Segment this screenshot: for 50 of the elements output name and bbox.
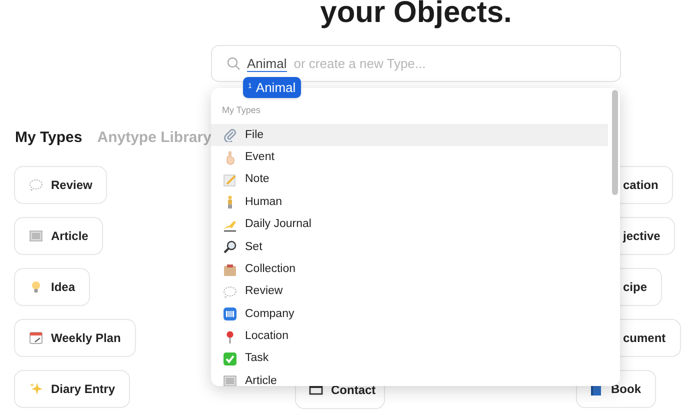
menu-item-label: Article xyxy=(245,374,277,386)
menu-item-label: Event xyxy=(245,150,274,165)
type-label: jective xyxy=(623,228,660,245)
scrollbar[interactable] xyxy=(612,90,618,195)
menu-item-label: Set xyxy=(245,240,262,255)
menu-item-label: Company xyxy=(245,306,294,322)
type-label: Weekly Plan xyxy=(51,330,121,347)
checkbox-icon xyxy=(223,352,237,366)
search-icon xyxy=(227,57,240,70)
menu-item[interactable]: Event xyxy=(211,146,608,169)
newspaper-icon xyxy=(223,374,237,386)
type-label: Article xyxy=(51,228,88,245)
type-card[interactable]: Diary Entry xyxy=(14,370,130,408)
menu-item-label: Review xyxy=(245,284,283,300)
calendar-icon xyxy=(29,331,43,345)
menu-item-label: Human xyxy=(245,194,282,210)
sparkles-icon xyxy=(29,382,43,396)
building-icon xyxy=(223,307,237,322)
light-bulb-icon xyxy=(29,280,43,294)
search-icon xyxy=(223,240,237,254)
menu-item-label: Collection xyxy=(245,262,296,277)
type-label: Book xyxy=(611,381,641,398)
menu-item-label: Location xyxy=(245,329,288,344)
type-card[interactable]: Review xyxy=(14,166,108,204)
speech-bubble-icon xyxy=(29,178,43,192)
speech-bubble-icon xyxy=(223,284,237,299)
search-field[interactable]: Animal or create a new Type... xyxy=(211,45,621,82)
type-label: Diary Entry xyxy=(51,381,116,398)
paperclip-icon xyxy=(223,128,237,142)
section-header: My Types xyxy=(222,105,260,115)
menu-item-label: Task xyxy=(245,351,269,366)
menu-item-label: Daily Journal xyxy=(245,217,312,232)
menu-item-label: File xyxy=(245,128,264,143)
type-label: cument xyxy=(623,330,666,347)
search-value: Animal xyxy=(247,56,287,72)
type-label: cipe xyxy=(623,279,648,296)
page-heading: your Objects. xyxy=(320,0,512,29)
tab[interactable]: My Types xyxy=(15,127,82,150)
newspaper-icon xyxy=(29,229,43,243)
memo-icon xyxy=(223,172,237,187)
type-card[interactable]: Idea xyxy=(14,268,90,306)
type-label: Idea xyxy=(51,279,76,296)
type-card[interactable]: Article xyxy=(14,217,104,255)
box-icon xyxy=(223,262,237,277)
type-label: Review xyxy=(51,177,92,194)
type-card[interactable]: Weekly Plan xyxy=(14,319,136,357)
type-label: cation xyxy=(623,177,658,194)
search-placeholder: or create a new Type... xyxy=(294,56,426,71)
menu-item[interactable]: File xyxy=(211,124,608,146)
menu-item-label: Note xyxy=(245,172,270,188)
